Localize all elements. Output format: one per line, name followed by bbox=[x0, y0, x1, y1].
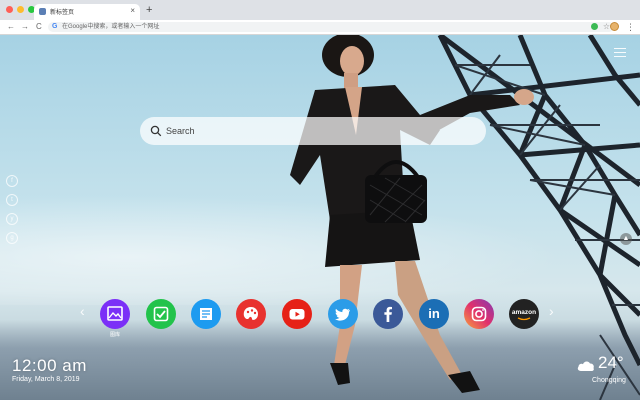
facebook-share-icon[interactable]: f bbox=[6, 175, 18, 187]
extension-icon[interactable] bbox=[591, 23, 598, 30]
cloud-icon bbox=[577, 361, 594, 371]
linkedin-icon: in bbox=[428, 306, 440, 321]
app-twitter[interactable] bbox=[328, 299, 358, 329]
bookmark-star-icon[interactable]: ☆ bbox=[603, 22, 610, 32]
clock-time: 12:00 am bbox=[12, 356, 87, 375]
browser-menu-icon[interactable]: ⋮ bbox=[626, 21, 635, 33]
back-button[interactable]: ← bbox=[7, 21, 15, 33]
youtube-share-icon[interactable]: y bbox=[6, 213, 18, 225]
app-youtube[interactable] bbox=[282, 299, 312, 329]
twitter-bird-icon bbox=[335, 308, 350, 321]
forward-button[interactable]: → bbox=[21, 21, 29, 33]
palette-icon bbox=[243, 307, 258, 320]
checkbox-icon bbox=[153, 306, 169, 322]
tab-new-tab[interactable]: 新标签页 × bbox=[34, 4, 140, 20]
app-linkedin[interactable]: in bbox=[419, 299, 449, 329]
tab-favicon-icon bbox=[39, 8, 46, 15]
tab-close-icon[interactable]: × bbox=[130, 6, 135, 16]
reload-button[interactable]: C bbox=[36, 21, 42, 33]
address-bar[interactable]: G 在Google中搜索，或者输入一个网址 ☆ bbox=[48, 22, 614, 32]
youtube-icon bbox=[289, 309, 305, 320]
amazon-smile-icon bbox=[517, 317, 531, 321]
address-bar-placeholder: 在Google中搜索，或者输入一个网址 bbox=[62, 24, 160, 30]
background-photo bbox=[290, 35, 640, 400]
google-share-icon[interactable]: g bbox=[6, 232, 18, 244]
weather-temperature: 24° bbox=[598, 353, 624, 372]
app-instagram[interactable] bbox=[464, 299, 494, 329]
search-input[interactable] bbox=[166, 124, 466, 138]
minimize-window-button[interactable] bbox=[17, 6, 24, 13]
weather-city: Chongqing bbox=[592, 377, 626, 384]
profile-avatar[interactable] bbox=[610, 22, 619, 31]
settings-menu-icon[interactable] bbox=[614, 48, 626, 58]
app-notes[interactable] bbox=[191, 299, 221, 329]
app-gallery-label: 图库 bbox=[109, 332, 120, 338]
clock-date: Friday, March 8, 2019 bbox=[12, 376, 80, 383]
app-tasks[interactable] bbox=[146, 299, 176, 329]
instagram-icon bbox=[471, 306, 487, 322]
app-facebook[interactable] bbox=[373, 299, 403, 329]
app-amazon[interactable]: amazon bbox=[509, 299, 539, 329]
twitter-share-icon[interactable]: t bbox=[6, 194, 18, 206]
new-tab-button[interactable]: + bbox=[146, 3, 152, 17]
search-bar[interactable] bbox=[140, 117, 486, 145]
info-button[interactable]: ▲ bbox=[620, 233, 632, 245]
image-icon bbox=[107, 306, 123, 321]
toolbar: ← → C G 在Google中搜索，或者输入一个网址 ☆ bbox=[0, 20, 640, 35]
google-icon: G bbox=[52, 23, 58, 30]
social-sidebar: f t y g bbox=[6, 175, 18, 244]
tab-bar: 新标签页 × + bbox=[0, 0, 640, 20]
search-icon bbox=[150, 125, 162, 137]
notepad-icon bbox=[200, 308, 212, 320]
app-paint[interactable] bbox=[236, 299, 266, 329]
facebook-icon bbox=[384, 306, 392, 322]
close-window-button[interactable] bbox=[6, 6, 13, 13]
new-tab-page: f t y g ▲ ‹ › 图库 bbox=[0, 35, 640, 400]
dock-next-button[interactable]: › bbox=[549, 303, 554, 319]
dock-prev-button[interactable]: ‹ bbox=[80, 303, 85, 319]
app-gallery[interactable] bbox=[100, 299, 130, 329]
tab-title: 新标签页 bbox=[50, 10, 75, 16]
window-controls bbox=[6, 6, 35, 13]
